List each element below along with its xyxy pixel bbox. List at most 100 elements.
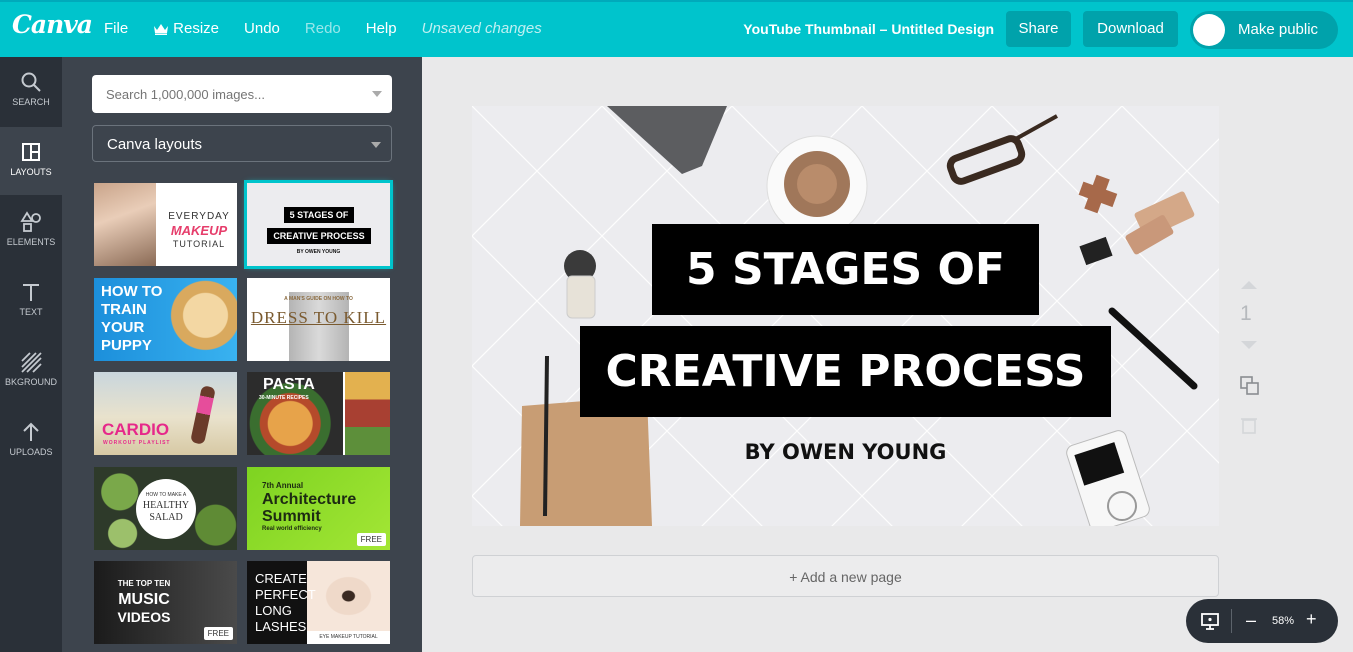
template-everyday-makeup[interactable]: EVERYDAY MAKEUP TUTORIAL (94, 183, 237, 266)
rail-label-search: SEARCH (12, 97, 50, 107)
layout-type-select[interactable]: Canva layouts (92, 125, 392, 162)
help-menu[interactable]: Help (366, 20, 397, 37)
zoom-control: – 58% + (1186, 599, 1338, 643)
template-line: PASTA (263, 376, 315, 393)
template-line: EYE MAKEUP TUTORIAL (319, 634, 378, 640)
template-line: 30-MINUTE RECIPES (259, 395, 309, 401)
zoom-divider (1231, 609, 1232, 633)
free-badge: FREE (356, 533, 386, 546)
rail-item-search[interactable]: SEARCH (0, 57, 62, 125)
template-line: BY OWEN YOUNG (296, 249, 341, 255)
runner-image (190, 385, 216, 445)
rail-item-text[interactable]: TEXT (0, 267, 62, 335)
template-line: MUSIC (118, 591, 170, 608)
design-canvas[interactable]: 5 STAGES OF CREATIVE PROCESS BY OWEN YOU… (472, 106, 1219, 526)
template-line: HOW TO (101, 283, 163, 300)
template-line: CREATIVE PROCESS (267, 228, 371, 244)
byline-text[interactable]: BY OWEN YOUNG (472, 440, 1219, 464)
layouts-icon (22, 143, 40, 161)
template-line: A MAN'S GUIDE ON HOW TO (284, 296, 353, 302)
undo-button[interactable]: Undo (244, 20, 280, 37)
template-architecture-summit[interactable]: 7th Annual Architecture Summit Real worl… (247, 467, 390, 550)
template-line: TRAIN (101, 301, 147, 318)
main-menu: File Resize Undo Redo Help Unsaved chang… (104, 20, 567, 37)
search-icon (21, 72, 41, 92)
rail-label-text: TEXT (19, 307, 43, 317)
template-long-lashes[interactable]: CREATE PERFECT LONG LASHES EYE MAKEUP TU… (247, 561, 390, 644)
template-creative-process[interactable]: 5 STAGES OF CREATIVE PROCESS BY OWEN YOU… (244, 180, 393, 269)
portrait-image (94, 183, 156, 266)
rail-label-elements: ELEMENTS (6, 237, 56, 247)
template-line: YOUR (101, 319, 145, 336)
template-line: Summit (262, 508, 321, 525)
template-line: 5 STAGES OF (284, 207, 354, 223)
move-page-up-icon[interactable] (1240, 280, 1258, 290)
present-icon[interactable] (1200, 611, 1220, 631)
resize-menu[interactable]: Resize (153, 20, 219, 37)
search-input[interactable] (92, 75, 362, 113)
template-line: LASHES (255, 619, 307, 634)
image-search (92, 75, 392, 113)
rail-item-layouts[interactable]: LAYOUTS (0, 127, 62, 195)
zoom-in-button[interactable]: + (1306, 609, 1317, 630)
template-cardio[interactable]: CARDIO WORKOUT PLAYLIST (94, 372, 237, 455)
zoom-level: 58% (1272, 615, 1295, 627)
canva-logo[interactable]: Canva (12, 10, 93, 39)
rail-item-uploads[interactable]: UPLOADS (0, 407, 62, 475)
document-title[interactable]: YouTube Thumbnail – Untitled Design (743, 21, 994, 37)
template-line: HOW TO MAKE A (145, 492, 187, 498)
add-new-page-button[interactable]: + Add a new page (472, 555, 1219, 597)
crown-icon (154, 23, 169, 35)
resize-label: Resize (173, 20, 220, 37)
page-number: 1 (1240, 302, 1252, 325)
make-public-toggle[interactable]: Make public (1190, 11, 1338, 49)
text-icon (23, 284, 39, 301)
template-line: EVERYDAY (168, 211, 230, 222)
template-line: CREATE (255, 571, 307, 586)
toggle-knob (1193, 14, 1225, 46)
puppy-image (167, 278, 237, 361)
template-line: HEALTHY (142, 500, 190, 511)
template-line: 7th Annual (262, 481, 304, 490)
rail-label-uploads: UPLOADS (9, 447, 53, 457)
template-line: THE TOP TEN (117, 579, 171, 588)
template-line: VIDEOS (117, 609, 171, 625)
template-train-puppy[interactable]: HOW TO TRAIN YOUR PUPPY (94, 278, 237, 361)
elements-icon (20, 211, 41, 232)
make-public-label: Make public (1238, 21, 1319, 38)
template-line: Real world efficiency (262, 526, 322, 532)
delete-page-icon[interactable] (1240, 416, 1258, 434)
free-badge: FREE (203, 627, 233, 640)
move-page-down-icon[interactable] (1240, 340, 1258, 350)
zoom-out-button[interactable]: – (1246, 610, 1256, 631)
eye-image (307, 561, 390, 631)
title-line-1[interactable]: 5 STAGES OF (652, 224, 1039, 315)
layout-select-value: Canva layouts (107, 136, 203, 153)
template-dress-to-kill[interactable]: A MAN'S GUIDE ON HOW TO DRESS TO KILL (247, 278, 390, 361)
template-music-videos[interactable]: THE TOP TEN MUSIC VIDEOS FREE (94, 561, 237, 644)
template-line: WORKOUT PLAYLIST (103, 440, 171, 446)
title-line-2[interactable]: CREATIVE PROCESS (580, 326, 1111, 417)
rail-label-layouts: LAYOUTS (10, 167, 52, 177)
share-button[interactable]: Share (1006, 11, 1071, 47)
background-icon (21, 352, 42, 373)
file-menu[interactable]: File (104, 20, 128, 37)
save-status: Unsaved changes (421, 20, 542, 37)
template-line: PERFECT (255, 587, 316, 602)
template-line: PUPPY (101, 337, 152, 354)
template-line: LONG (255, 603, 292, 618)
template-line: MAKEUP (170, 223, 228, 238)
chevron-down-icon (371, 142, 381, 148)
duplicate-page-icon[interactable] (1240, 376, 1260, 396)
template-line: SALAD (149, 512, 183, 523)
chevron-down-icon[interactable] (372, 91, 382, 97)
template-healthy-salad[interactable]: HOW TO MAKE A HEALTHY SALAD (94, 467, 237, 550)
redo-button[interactable]: Redo (305, 20, 341, 37)
top-bar: Canva File Resize Undo Redo Help Unsaved… (0, 0, 1353, 57)
template-line: CARDIO (102, 420, 170, 439)
template-pasta[interactable]: PASTA 30-MINUTE RECIPES (247, 372, 390, 455)
download-button[interactable]: Download (1083, 11, 1178, 47)
rail-item-elements[interactable]: ELEMENTS (0, 197, 62, 265)
template-line: Architecture (262, 491, 357, 508)
rail-item-background[interactable]: BKGROUND (0, 337, 62, 405)
